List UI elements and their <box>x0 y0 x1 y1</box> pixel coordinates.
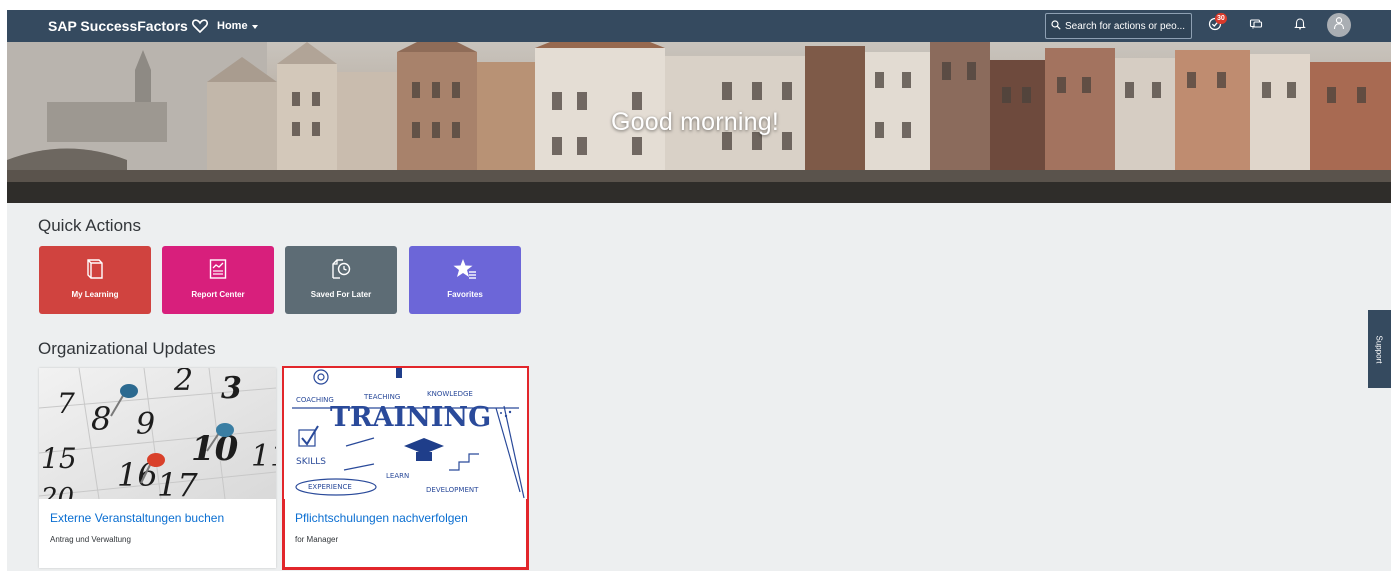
chat-icon <box>1249 17 1263 36</box>
calendar-number: 7 <box>57 387 75 420</box>
hero-banner: Good morning! <box>7 42 1391 203</box>
calendar-pins-image: 2 3 7 8 9 10 11 15 16 17 20 <box>39 368 276 499</box>
search-input[interactable] <box>1065 20 1187 32</box>
calendar-number: 20 <box>40 483 74 499</box>
tile-label: Favorites <box>447 290 483 299</box>
shell-bar: SAP SuccessFactors Home 30 <box>7 10 1391 42</box>
brand-name: SAP SuccessFactors <box>48 18 188 34</box>
todo-badge: 30 <box>1215 13 1227 24</box>
notifications-button[interactable] <box>1291 17 1309 35</box>
brand-logo[interactable]: SAP SuccessFactors <box>48 18 208 34</box>
image-word: TEACHING <box>363 393 400 401</box>
calendar-number: 3 <box>221 371 242 406</box>
tile-report-center[interactable]: Report Center <box>162 246 274 314</box>
app-window: SAP SuccessFactors Home 30 <box>7 10 1391 571</box>
image-word: LEARN <box>386 472 409 480</box>
card-subtitle: for Manager <box>295 535 339 544</box>
card-title[interactable]: Pflichtschulungen nachverfolgen <box>295 511 468 525</box>
book-icon <box>85 257 105 281</box>
update-card-external-events[interactable]: 2 3 7 8 9 10 11 15 16 17 20 <box>39 368 276 568</box>
image-word: SKILLS <box>296 457 326 467</box>
tile-saved-for-later[interactable]: Saved For Later <box>285 246 397 314</box>
calendar-number: 15 <box>41 442 77 475</box>
home-menu[interactable]: Home <box>217 20 258 32</box>
image-word: TRAINING <box>330 402 491 433</box>
calendar-number: 2 <box>173 368 193 398</box>
report-icon <box>208 257 228 281</box>
heart-icon <box>191 19 208 33</box>
calendar-number: 10 <box>191 429 239 469</box>
home-menu-label: Home <box>217 20 248 32</box>
tile-favorites[interactable]: Favorites <box>409 246 521 314</box>
star-list-icon <box>453 257 477 281</box>
image-word: KNOWLEDGE <box>427 390 473 398</box>
calendar-number: 11 <box>251 439 276 474</box>
tile-label: My Learning <box>71 290 119 299</box>
support-tab[interactable]: Support <box>1368 310 1391 388</box>
notes-button[interactable] <box>1247 17 1265 35</box>
search-field[interactable] <box>1045 13 1192 39</box>
bell-icon <box>1294 17 1306 35</box>
greeting-text: Good morning! <box>611 108 779 136</box>
support-label: Support <box>1375 334 1384 364</box>
org-updates-title: Organizational Updates <box>38 339 216 358</box>
user-icon <box>1333 16 1345 35</box>
quick-actions-title: Quick Actions <box>38 216 141 235</box>
todo-button[interactable]: 30 <box>1206 13 1227 35</box>
training-sketch-image: COACHING TEACHING KNOWLEDGE TRAINING SKI… <box>284 368 527 499</box>
chevron-down-icon <box>251 24 258 29</box>
search-icon <box>1051 19 1061 33</box>
update-card-mandatory-training[interactable]: COACHING TEACHING KNOWLEDGE TRAINING SKI… <box>282 366 529 570</box>
image-word: EXPERIENCE <box>308 483 352 491</box>
tile-label: Saved For Later <box>310 290 372 299</box>
calendar-number: 9 <box>136 407 155 442</box>
tile-label: Report Center <box>191 290 245 299</box>
image-word: COACHING <box>296 396 334 404</box>
clock-document-icon <box>330 257 352 281</box>
image-word: DEVELOPMENT <box>426 486 479 494</box>
avatar[interactable] <box>1327 13 1351 37</box>
calendar-number: 17 <box>157 466 198 499</box>
card-title[interactable]: Externe Veranstaltungen buchen <box>50 511 224 525</box>
card-subtitle: Antrag und Verwaltung <box>50 535 131 544</box>
tile-my-learning[interactable]: My Learning <box>39 246 151 314</box>
calendar-number: 8 <box>91 400 111 438</box>
